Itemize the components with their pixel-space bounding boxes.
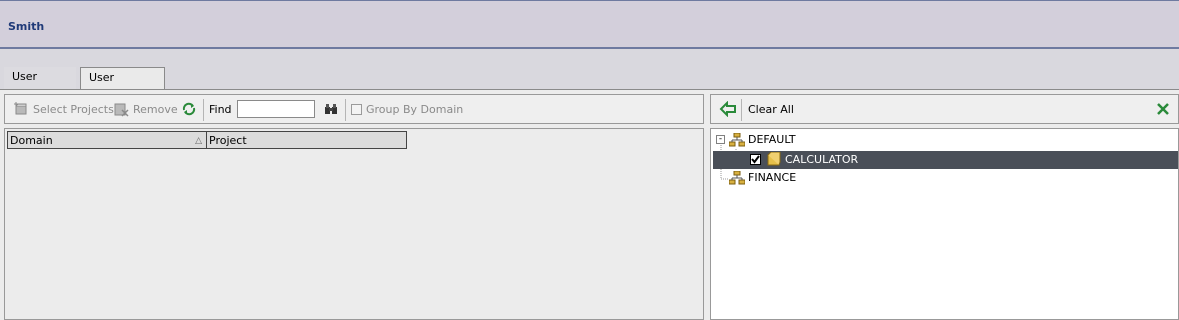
- table-header: Domain △ Project: [7, 131, 407, 149]
- find-input[interactable]: [237, 100, 315, 118]
- column-header-domain[interactable]: Domain △: [7, 131, 207, 149]
- tree-node-calculator[interactable]: CALCULATOR: [785, 151, 858, 169]
- user-name-title: Smith: [8, 20, 45, 33]
- left-panel: Select Projects Remove Find Group By Dom…: [4, 94, 706, 320]
- tab-user-details[interactable]: User Details: [4, 67, 76, 103]
- page-header: Smith: [0, 0, 1179, 49]
- toolbar-divider: [203, 99, 204, 121]
- domain-icon: [728, 132, 746, 147]
- sort-ascending-icon: △: [195, 136, 202, 146]
- project-checkbox[interactable]: [750, 154, 761, 165]
- tab-user-projects[interactable]: User Projects: [80, 67, 165, 104]
- select-projects-icon[interactable]: [13, 101, 29, 117]
- binoculars-icon[interactable]: [323, 101, 339, 117]
- select-projects-button[interactable]: Select Projects: [33, 101, 114, 119]
- projects-table: Domain △ Project: [4, 128, 704, 320]
- find-label: Find: [209, 103, 232, 116]
- tree-node-finance[interactable]: FINANCE: [748, 169, 796, 187]
- project-icon: [767, 151, 781, 166]
- group-by-domain-checkbox[interactable]: [351, 104, 362, 115]
- column-header-project[interactable]: Project: [207, 131, 407, 149]
- tab-bar: User Details User Projects: [0, 49, 1179, 104]
- tree-node-default[interactable]: DEFAULT: [748, 131, 796, 149]
- refresh-icon[interactable]: [181, 101, 197, 117]
- right-toolbar-divider: [741, 99, 742, 121]
- back-arrow-icon[interactable]: [719, 100, 737, 118]
- clear-all-button[interactable]: Clear All: [748, 101, 794, 119]
- tree-row-selected: [713, 151, 1178, 169]
- tab-content: Select Projects Remove Find Group By Dom…: [0, 89, 1179, 320]
- project-tree: - DEFAULT CALCULATOR FINANCE: [710, 128, 1179, 320]
- left-toolbar: Select Projects Remove Find Group By Dom…: [4, 94, 704, 124]
- column-header-project-label: Project: [209, 134, 247, 147]
- close-icon[interactable]: [1156, 102, 1170, 116]
- collapse-icon[interactable]: -: [716, 135, 725, 144]
- right-toolbar: Clear All: [710, 94, 1179, 124]
- column-header-domain-label: Domain: [10, 134, 53, 147]
- toolbar-divider-2: [345, 99, 346, 121]
- remove-button[interactable]: Remove: [133, 101, 178, 119]
- domain-icon: [728, 170, 746, 185]
- remove-icon[interactable]: [113, 101, 129, 117]
- right-panel: Clear All - DEFAULT CALCULATOR FINANCE: [710, 94, 1179, 320]
- group-by-domain-label: Group By Domain: [366, 103, 464, 116]
